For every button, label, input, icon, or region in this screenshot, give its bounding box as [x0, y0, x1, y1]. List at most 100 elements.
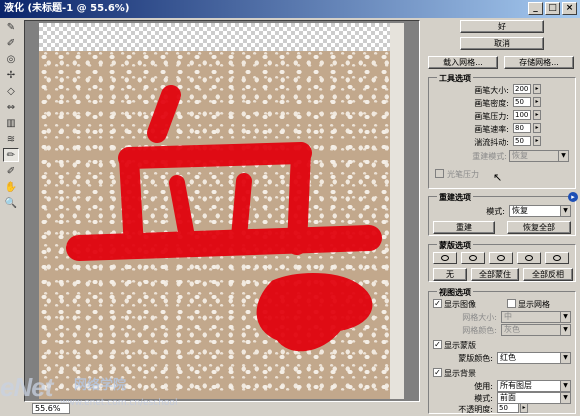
- glyph-top-stroke: [147, 85, 181, 143]
- chevron-down-icon: ▼: [560, 325, 570, 335]
- mask-mode-icon[interactable]: [433, 252, 457, 264]
- restore-all-button[interactable]: 恢复全部: [507, 221, 571, 234]
- reconstruct-mode-select[interactable]: 恢复 ▼: [509, 150, 569, 162]
- tool-field-value[interactable]: 80: [513, 123, 531, 133]
- show-backdrop-label: 显示背景: [444, 369, 476, 378]
- chevron-down-icon: ▼: [560, 381, 570, 391]
- mask-options-title: 蒙版选项: [437, 240, 473, 251]
- maximize-button[interactable]: □: [545, 2, 560, 15]
- slider-arrow-icon[interactable]: ▸: [533, 97, 541, 107]
- view-options-group: 视图选项 ✓ 显示图像 显示网格 网格大小: 中 ▼ 网格颜色: 灰色 ▼ ✓ …: [428, 287, 576, 414]
- reconstruct-button[interactable]: 重建: [433, 221, 495, 234]
- tool-field-label: 湍流抖动:: [474, 138, 509, 147]
- mask-none-button[interactable]: 无: [433, 268, 467, 281]
- minimize-button[interactable]: _: [528, 2, 543, 15]
- use-label: 使用:: [474, 382, 493, 391]
- glyph-inner-left: [169, 175, 195, 245]
- forward-warp-icon[interactable]: ✎: [3, 20, 19, 34]
- stylus-pressure-label: 光笔压力: [447, 170, 479, 179]
- opacity-label: 不透明度:: [458, 405, 493, 414]
- chevron-down-icon: ▼: [558, 151, 568, 161]
- mask-mode-icon[interactable]: [517, 252, 541, 264]
- show-mask-label: 显示蒙版: [444, 341, 476, 350]
- tool-field-label: 画笔压力:: [474, 112, 509, 121]
- invert-all-button[interactable]: 全部反相: [523, 268, 573, 281]
- tool-field-value[interactable]: 50: [513, 136, 531, 146]
- tool-field-label: 画笔大小:: [474, 86, 509, 95]
- mouse-cursor-icon: ↖: [493, 171, 503, 184]
- mirror-icon[interactable]: ▥: [3, 116, 19, 130]
- mesh-size-select[interactable]: 中 ▼: [501, 311, 571, 323]
- ok-button[interactable]: 好: [460, 20, 544, 33]
- window-title: 液化 (未标题-1 @ 55.6%): [4, 3, 130, 14]
- tool-field-value[interactable]: 200: [513, 84, 531, 94]
- window-titlebar[interactable]: 液化 (未标题-1 @ 55.6%) _ □ ×: [0, 0, 580, 18]
- close-button[interactable]: ×: [562, 2, 577, 15]
- glyph-bottom-stroke: [66, 225, 382, 261]
- reconstruct-options-title: 重建选项: [437, 192, 473, 203]
- watermark-cn: 网络学院: [74, 378, 127, 393]
- reconstruct-options-group: 重建选项 ▸ 模式: 恢复 ▼ 重建 恢复全部: [428, 192, 578, 236]
- show-image-label: 显示图像: [444, 300, 476, 309]
- opacity-arrow-icon[interactable]: ▸: [520, 403, 528, 413]
- tool-field-label: 画笔速率:: [474, 125, 509, 134]
- show-backdrop-checkbox[interactable]: ✓: [433, 368, 442, 377]
- tool-field-value[interactable]: 100: [513, 110, 531, 120]
- slider-arrow-icon[interactable]: ▸: [533, 84, 541, 94]
- slider-arrow-icon[interactable]: ▸: [533, 136, 541, 146]
- use-layers-select[interactable]: 所有图层 ▼: [497, 380, 571, 392]
- bloat-icon[interactable]: ◇: [3, 84, 19, 98]
- view-options-title: 视图选项: [437, 287, 473, 298]
- reconstruct-mode-label-2: 模式:: [486, 207, 505, 216]
- load-mesh-button[interactable]: 载入网格...: [428, 56, 498, 69]
- mask-all-button[interactable]: 全部蒙住: [471, 268, 519, 281]
- mask-mode-icon[interactable]: [545, 252, 569, 264]
- mask-mode-icon[interactable]: [489, 252, 513, 264]
- chevron-down-icon: ▼: [560, 312, 570, 322]
- pucker-icon[interactable]: ✢: [3, 68, 19, 82]
- mask-color-select[interactable]: 红色 ▼: [497, 352, 571, 364]
- tool-field-value[interactable]: 50: [513, 97, 531, 107]
- save-mesh-button[interactable]: 存储网格...: [504, 56, 574, 69]
- push-left-icon[interactable]: ⇔: [3, 100, 19, 114]
- thaw-mask-icon[interactable]: ✐: [3, 164, 19, 178]
- backdrop-mode-label: 模式:: [474, 394, 493, 403]
- show-image-checkbox[interactable]: ✓: [433, 299, 442, 308]
- watermark-logo: eNet: [0, 372, 53, 402]
- zoom-icon[interactable]: 🔍: [3, 196, 19, 210]
- mask-color-label: 蒙版颜色:: [458, 354, 493, 363]
- tool-strip: ✎ ✐ ◎ ✢ ◇ ⇔ ▥ ≋ ✏ ✐ ✋ 🔍: [0, 18, 22, 416]
- mesh-color-select[interactable]: 灰色 ▼: [501, 324, 571, 336]
- twirl-icon[interactable]: ◎: [3, 52, 19, 66]
- turbulence-icon[interactable]: ≋: [3, 132, 19, 146]
- hand-icon[interactable]: ✋: [3, 180, 19, 194]
- stylus-pressure-checkbox[interactable]: [435, 169, 444, 178]
- show-mesh-label: 显示网格: [518, 300, 550, 309]
- reconstruct-mode-label: 重建模式:: [472, 152, 507, 161]
- tool-options-title: 工具选项: [437, 73, 473, 84]
- show-mesh-checkbox[interactable]: [507, 299, 516, 308]
- vertical-scrollbar[interactable]: [390, 23, 404, 399]
- mask-blob: [256, 273, 373, 352]
- slider-arrow-icon[interactable]: ▸: [533, 110, 541, 120]
- preview-canvas[interactable]: [39, 23, 404, 399]
- show-mask-checkbox[interactable]: ✓: [433, 340, 442, 349]
- preview-frame: [24, 20, 420, 402]
- mesh-size-label: 网格大小:: [462, 313, 497, 322]
- freeze-mask-icon[interactable]: ✏: [3, 148, 19, 162]
- zoom-field[interactable]: 55.6%: [32, 403, 70, 414]
- reconstruct-icon[interactable]: ✐: [3, 36, 19, 50]
- glyph-box-top: [118, 142, 312, 169]
- freeze-mask-overlay: [66, 85, 382, 352]
- chevron-down-icon: ▼: [560, 393, 570, 403]
- status-bar: 55.6%: [24, 402, 420, 416]
- cancel-button[interactable]: 取消: [460, 37, 544, 50]
- mask-options-group: 蒙版选项 无 全部蒙住 全部反相: [428, 240, 576, 282]
- tool-field-label: 画笔密度:: [474, 99, 509, 108]
- panel-menu-icon[interactable]: ▸: [568, 192, 578, 202]
- slider-arrow-icon[interactable]: ▸: [533, 123, 541, 133]
- mask-mode-icon[interactable]: [461, 252, 485, 264]
- reconstruct-mode-dropdown[interactable]: 恢复 ▼: [509, 205, 571, 217]
- opacity-field[interactable]: 50: [497, 403, 519, 413]
- mesh-color-label: 网格颜色:: [462, 326, 497, 335]
